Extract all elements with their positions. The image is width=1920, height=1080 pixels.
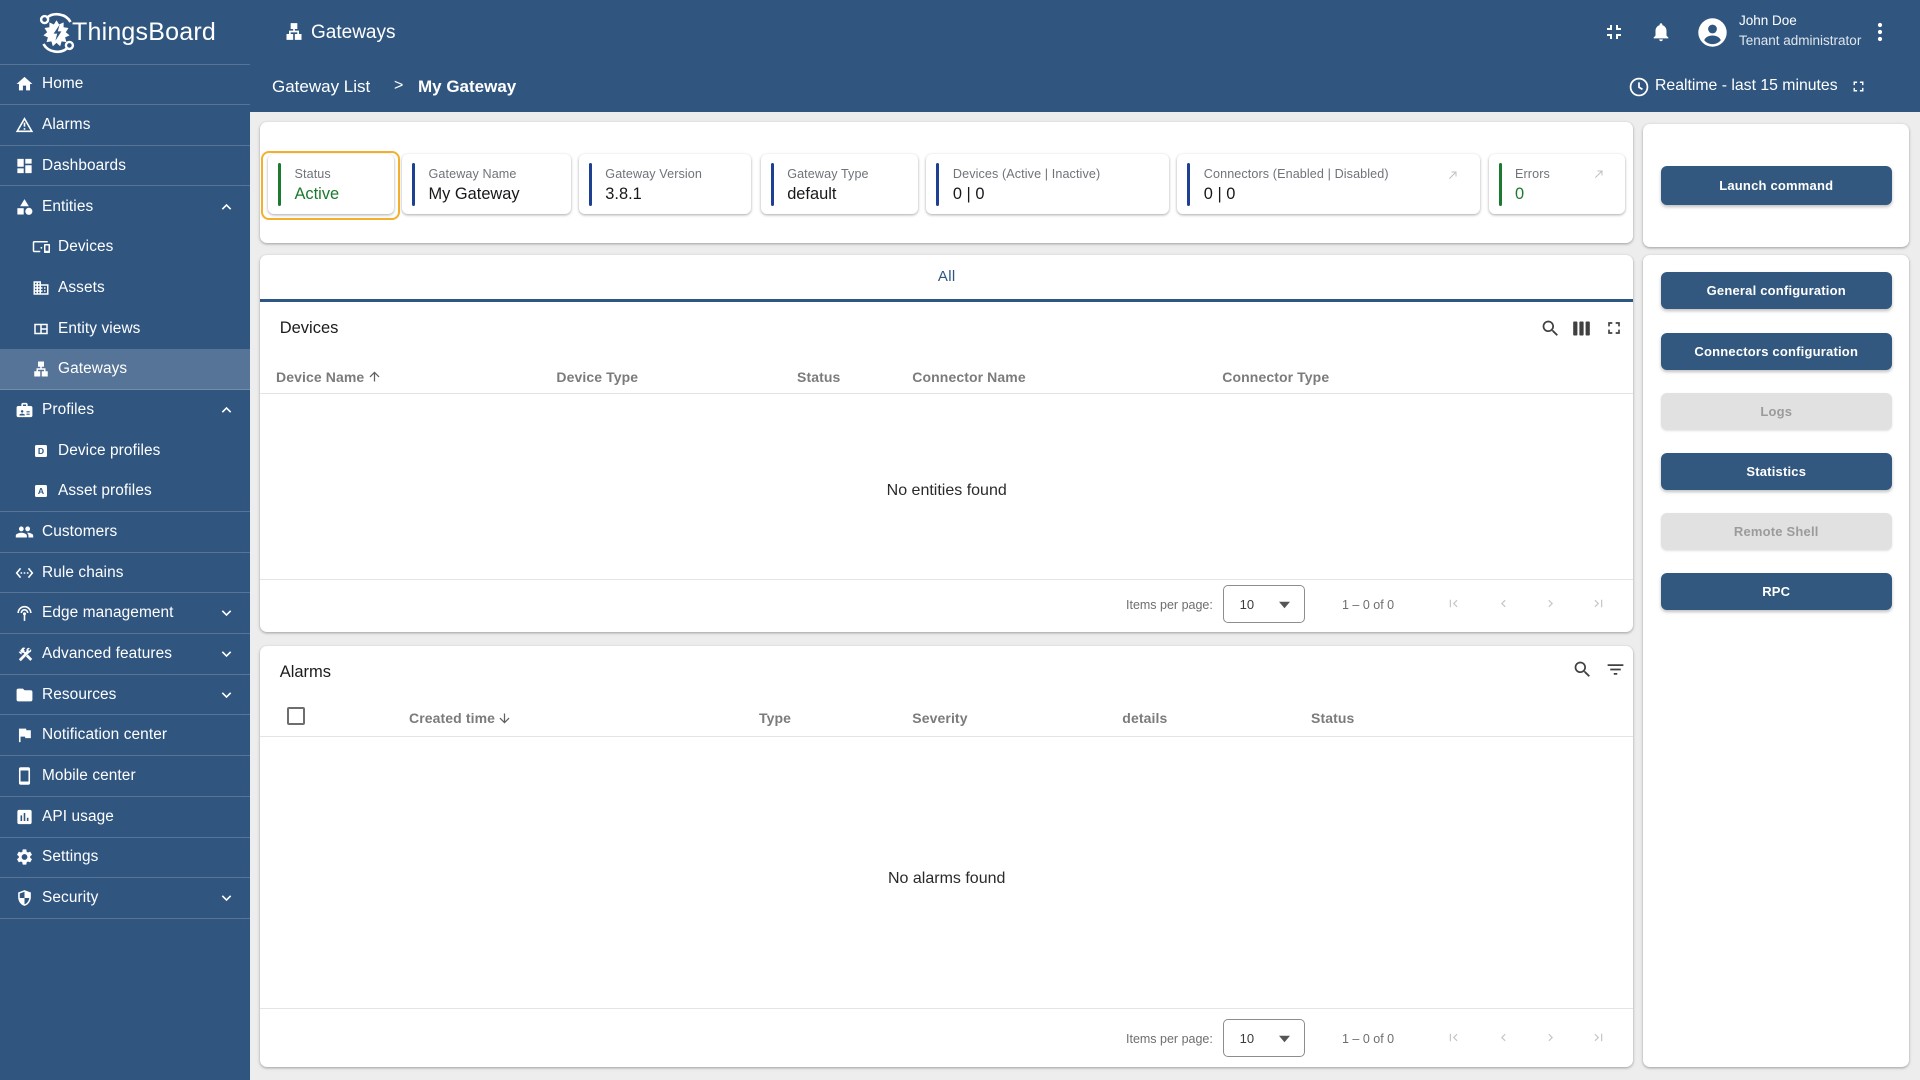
svg-text:A: A xyxy=(38,486,44,496)
svg-text:D: D xyxy=(38,446,44,456)
